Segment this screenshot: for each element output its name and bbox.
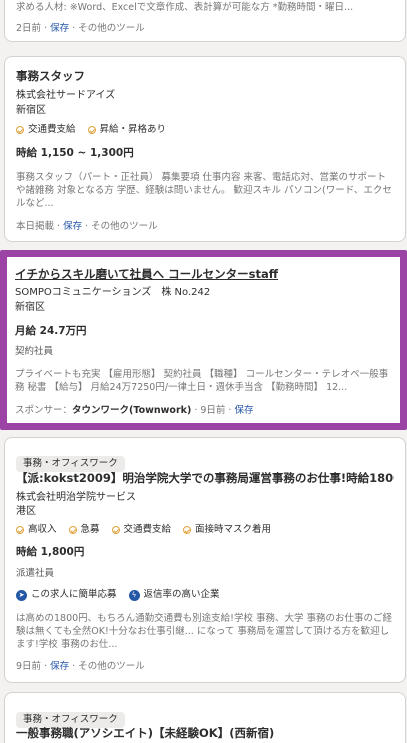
company-name: 株式会社明治学院サービス [16, 492, 136, 503]
posted-date: 9日前 [16, 661, 42, 672]
job-card[interactable]: 事務・オフィスワーク 一般事務職(アソシエイト)【未経験OK】(西新宿) [4, 692, 406, 743]
job-title[interactable]: 事務スタッフ [16, 69, 394, 84]
other-tools-link[interactable]: その他のツール [78, 661, 145, 672]
job-meta: 2日前 · 保存 · その他のツール [16, 23, 145, 34]
job-description: プライベートも充実 【雇用形態】 契約社員 【職種】 コールセンター・テレオペ一… [15, 369, 389, 393]
other-tools-link[interactable]: その他のツール [91, 221, 158, 232]
save-link[interactable]: 保存 [50, 23, 69, 34]
check-icon [87, 126, 96, 134]
benefit-chips: 交通費支給 昇給・昇格あり [16, 123, 394, 137]
other-tools-link[interactable]: その他のツール [78, 23, 145, 34]
salary: 時給 1,800円 [16, 546, 85, 558]
benefit-chips: 高収入 急募 交通費支給 面接時マスク着用 [16, 523, 394, 537]
benefit-chip: 急募 [68, 523, 100, 537]
benefit-chip: 面接時マスク着用 [183, 523, 271, 537]
job-card[interactable]: 事務・オフィスワーク 【派:kokst2009】明治学院大学での事務局運営事務の… [4, 437, 406, 683]
category-tag-wrap: 事務・オフィスワーク [16, 451, 394, 472]
salary: 月給 24.7万円 [15, 325, 87, 337]
job-location: 新宿区 [16, 105, 46, 116]
job-location: 港区 [16, 506, 36, 517]
job-meta: 9日前 · 保存 · その他のツール [16, 661, 145, 672]
benefit-chip: 交通費支給 [16, 123, 76, 137]
salary: 時給 1,150 ~ 1,300円 [16, 147, 134, 159]
posted-date: 本日掲載 [16, 221, 55, 232]
job-title[interactable]: イチからスキル磨いて社員へ コールセンターstaff [15, 267, 392, 282]
job-card-selected[interactable]: イチからスキル磨いて社員へ コールセンターstaff SOMPOコミュニケーショ… [0, 250, 407, 430]
job-meta: スポンサー：タウンワーク(Townwork) · 9日前 · 保存 [15, 405, 254, 416]
check-icon [16, 126, 24, 134]
job-title[interactable]: 【派:kokst2009】明治学院大学での事務局運営事務のお仕事!時給1800円… [16, 471, 394, 486]
category-tag: 事務・オフィスワーク [16, 456, 125, 472]
employment-type: 契約社員 [15, 346, 54, 357]
check-icon [16, 526, 24, 534]
save-link[interactable]: 保存 [234, 405, 253, 416]
check-icon [183, 526, 192, 534]
sponsor-name: タウンワーク(Townwork) [72, 405, 192, 416]
posted-date: 2日前 [16, 23, 42, 34]
job-card[interactable]: 求める人材: ※Word、Excelで文章作成、表計算が可能な方 *勤務時間・曜… [4, 0, 406, 42]
category-tag-wrap: 事務・オフィスワーク [16, 707, 394, 728]
job-description: 事務スタッフ（パート・正社員） 募集要項 仕事内容 来客、電話応対、営業のサポー… [16, 172, 392, 209]
job-title[interactable]: 一般事務職(アソシエイト)【未経験OK】(西新宿) [16, 726, 394, 741]
check-icon [111, 526, 120, 534]
benefit-chip: 高収入 [16, 523, 57, 537]
job-location: 新宿区 [15, 302, 45, 313]
job-meta: 本日掲載 · 保存 · その他のツール [16, 221, 158, 232]
application-badges: ➤ この求人に簡単応募 ϟ 返信率の高い企業 [16, 588, 394, 602]
save-link[interactable]: 保存 [50, 661, 69, 672]
sponsor-label: スポンサー： [15, 405, 73, 416]
company-name: 株式会社サードアイズ [16, 90, 116, 101]
check-icon [68, 526, 77, 534]
save-link[interactable]: 保存 [63, 221, 82, 232]
benefit-chip: 交通費支給 [111, 523, 171, 537]
posted-date: 9日前 [200, 405, 226, 416]
job-description: は高めの1800円、もちろん通勤交通費も別途支給!学校 事務、大学 事務のお仕事… [16, 613, 393, 650]
benefit-chip: 昇給・昇格あり [87, 123, 166, 137]
send-icon: ➤ [16, 589, 27, 601]
job-card[interactable]: 事務スタッフ 株式会社サードアイズ 新宿区 交通費支給 昇給・昇格あり 時給 1… [4, 56, 406, 242]
easy-apply-badge: ➤ この求人に簡単応募 [16, 588, 117, 602]
lightning-icon: ϟ [128, 589, 140, 601]
job-description: 求める人材: ※Word、Excelで文章作成、表計算が可能な方 *勤務時間・曜… [16, 2, 354, 13]
employment-type: 派遣社員 [16, 568, 55, 579]
company-name: SOMPOコミュニケーションズ 株 No.242 [15, 287, 211, 298]
responsive-employer-badge: ϟ 返信率の高い企業 [128, 588, 220, 602]
